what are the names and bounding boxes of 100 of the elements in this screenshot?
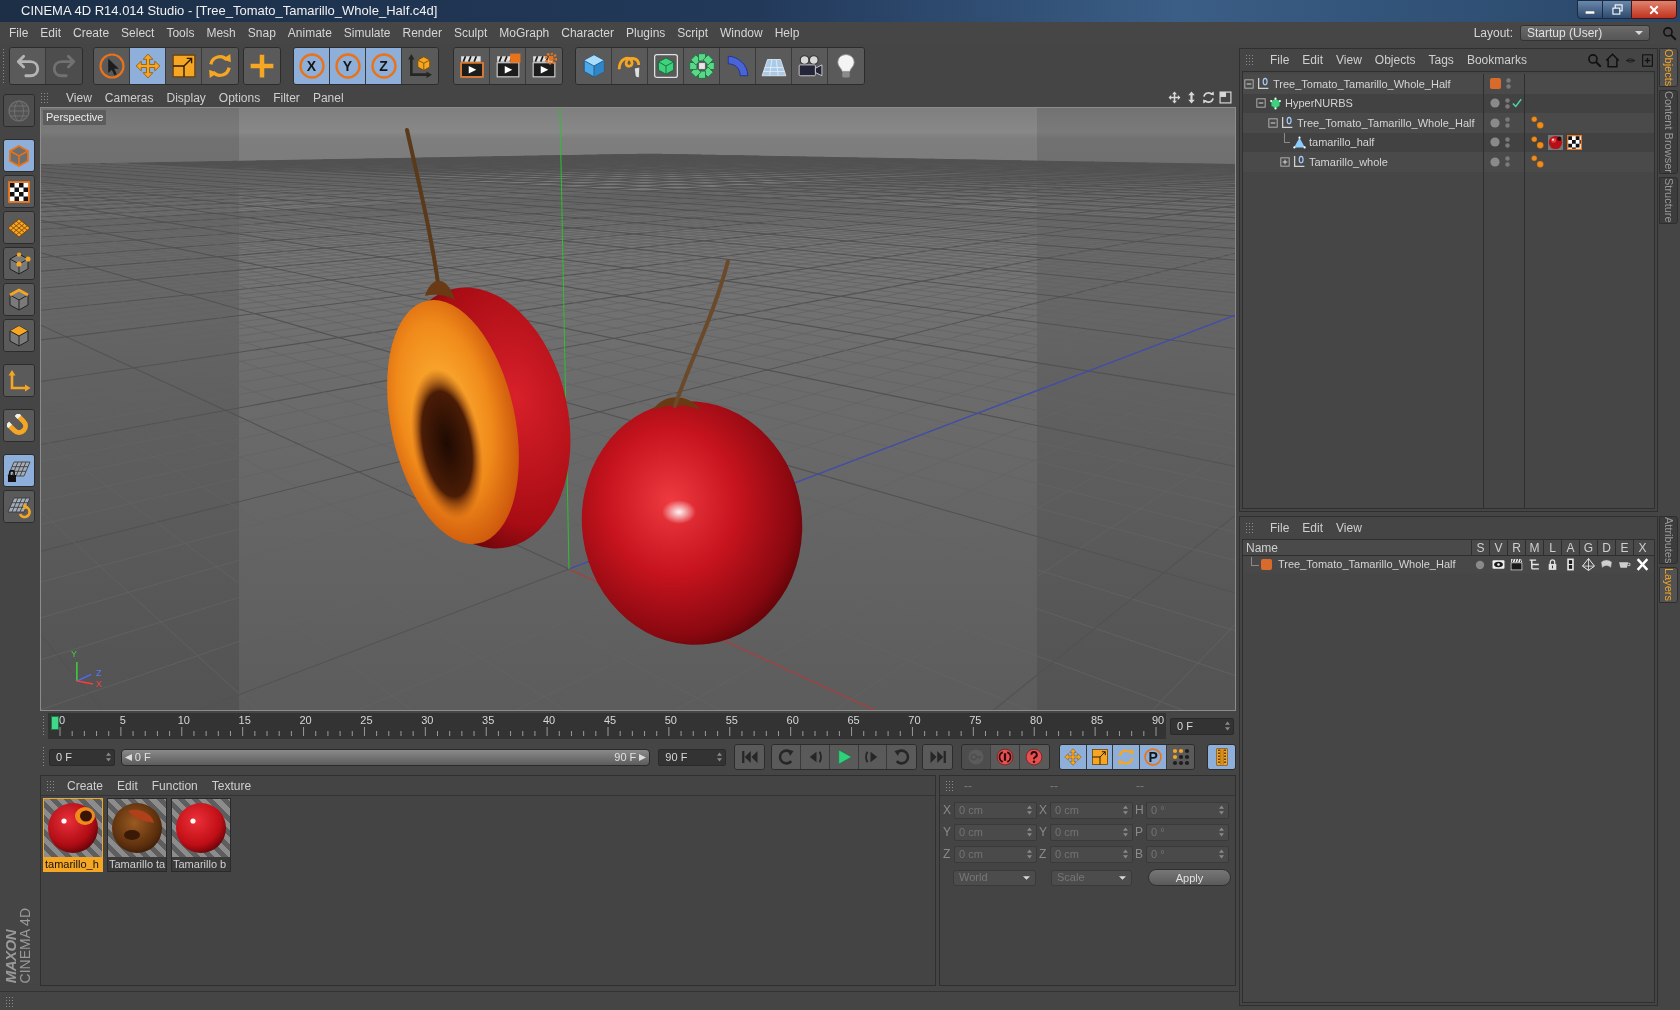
column-header[interactable]: G <box>1579 540 1597 555</box>
column-header[interactable]: A <box>1561 540 1579 555</box>
column-header[interactable]: E <box>1615 540 1633 555</box>
column-header[interactable]: R <box>1507 540 1525 555</box>
menu-item[interactable]: Edit <box>40 24 62 42</box>
menu-item[interactable]: File <box>1270 519 1290 537</box>
layer-color-icon[interactable] <box>1490 78 1501 90</box>
hierarchy-icon[interactable] <box>1527 558 1541 571</box>
column-header[interactable]: D <box>1597 540 1615 555</box>
move-tool-button[interactable] <box>130 48 166 84</box>
timeline-ruler[interactable]: 0 5 10 15 20 25 30 35 40 45 50 55 60 65 70 75 80 85 90 <box>48 713 1166 739</box>
menu-item[interactable]: Panel <box>312 88 344 107</box>
side-tab[interactable]: Attributes <box>1659 516 1678 565</box>
point-level-button[interactable] <box>1167 745 1195 769</box>
minimize-button[interactable] <box>1577 0 1603 19</box>
camera-button[interactable] <box>792 48 828 84</box>
material-item[interactable]: Tamarillo ta <box>107 798 167 872</box>
pan-icon[interactable] <box>1168 91 1181 104</box>
menu-item[interactable]: Mesh <box>206 24 236 42</box>
current-frame-field[interactable]: 0 F <box>1170 717 1234 735</box>
object-name[interactable]: HyperNURBS <box>1285 95 1353 112</box>
menu-item[interactable]: Edit <box>1302 51 1324 69</box>
menu-item[interactable]: File <box>9 24 29 42</box>
menu-item[interactable]: MoGraph <box>499 24 550 42</box>
menu-item[interactable]: Window <box>720 24 763 42</box>
eye-icon[interactable] <box>1491 558 1505 571</box>
menu-item[interactable]: View <box>1336 51 1362 69</box>
go-to-start-button[interactable] <box>735 745 764 769</box>
menu-item[interactable]: Render <box>402 24 442 42</box>
start-frame-field[interactable]: 0 F <box>49 748 115 766</box>
light-button[interactable] <box>828 48 864 84</box>
menu-item[interactable]: Objects <box>1374 51 1416 69</box>
menu-item[interactable]: Snap <box>247 24 276 42</box>
clapperboard-icon[interactable] <box>1509 558 1523 571</box>
visibility-dots-icon[interactable] <box>1506 77 1511 91</box>
solo-dot-icon[interactable] <box>1475 559 1485 570</box>
render-picture-button[interactable] <box>490 48 526 84</box>
axis-lock-button[interactable]: Z <box>366 48 402 84</box>
menu-item[interactable]: Sculpt <box>453 24 488 42</box>
render-view-button[interactable] <box>454 48 490 84</box>
polygons-mode-button[interactable] <box>4 320 34 351</box>
menu-item[interactable]: Texture <box>211 776 252 795</box>
column-header[interactable]: M <box>1525 540 1543 555</box>
collapse-icon[interactable] <box>1244 78 1254 89</box>
dots-tag-icon[interactable] <box>1531 116 1544 130</box>
add-tool-button[interactable] <box>244 48 280 84</box>
side-tab[interactable]: Objects <box>1659 48 1678 88</box>
camera-label[interactable]: Perspective <box>43 110 107 125</box>
viewport-canvas[interactable]: Perspective Y Z X <box>40 107 1236 711</box>
maximize-icon[interactable] <box>1219 91 1232 104</box>
magnet-button[interactable] <box>4 410 34 441</box>
object-row[interactable]: tamarillo_half <box>1243 132 1654 152</box>
object-row[interactable]: Tamarillo_whole <box>1243 152 1654 172</box>
parameter-key-button[interactable]: P <box>1140 745 1168 769</box>
menu-item[interactable]: Help <box>774 24 800 42</box>
grip-icon[interactable] <box>42 746 46 768</box>
expand-icon[interactable] <box>1280 156 1290 167</box>
close-button[interactable] <box>1631 0 1677 19</box>
object-name[interactable]: Tree_Tomato_Tamarillo_Whole_Half <box>1273 75 1451 92</box>
key-selection-button[interactable] <box>1019 745 1049 769</box>
visibility-dots-icon[interactable] <box>1505 135 1510 149</box>
menu-item[interactable]: Options <box>218 88 261 107</box>
object-row[interactable]: HyperNURBS <box>1243 93 1654 113</box>
spline-button[interactable] <box>612 48 648 84</box>
collapse-icon[interactable] <box>1268 117 1278 128</box>
material-item[interactable]: Tamarillo b <box>171 798 231 872</box>
move-tool-button[interactable] <box>1059 745 1087 769</box>
layer-name[interactable]: Tree_Tomato_Tamarillo_Whole_Half <box>1278 556 1456 573</box>
column-header[interactable]: V <box>1489 540 1507 555</box>
pyramid-icon[interactable] <box>1581 558 1595 571</box>
collapse-icon[interactable] <box>1256 98 1266 109</box>
render-settings-button[interactable] <box>526 48 562 84</box>
autokey-button[interactable] <box>991 745 1020 769</box>
menu-item[interactable]: Character <box>561 24 614 42</box>
scale-tool-button[interactable] <box>166 48 202 84</box>
menu-item[interactable]: View <box>1336 519 1362 537</box>
column-header[interactable]: X <box>1633 540 1651 555</box>
dots-tag-icon[interactable] <box>1531 135 1544 149</box>
layout-dropdown[interactable]: Startup (User) <box>1520 25 1650 41</box>
rotate-tool-button[interactable] <box>1113 745 1141 769</box>
menu-item[interactable]: File <box>1270 51 1290 69</box>
align-workplane-button[interactable] <box>4 491 34 522</box>
menu-item[interactable]: Simulate <box>343 24 391 42</box>
layer-color-icon[interactable] <box>1261 559 1272 570</box>
edges-mode-button[interactable] <box>4 284 34 315</box>
menu-item[interactable]: Function <box>151 776 198 795</box>
visibility-dots-icon[interactable] <box>1505 116 1510 130</box>
object-row[interactable]: Tree_Tomato_Tamarillo_Whole_Half <box>1243 74 1654 94</box>
menu-item[interactable]: Edit <box>1302 519 1324 537</box>
bent-plate-icon[interactable] <box>1599 558 1613 571</box>
cross-icon[interactable] <box>1635 558 1649 571</box>
menu-item[interactable]: View <box>66 88 92 107</box>
axis-lock-button[interactable]: X <box>294 48 330 84</box>
texture-mode-button[interactable] <box>4 176 34 207</box>
menu-item[interactable]: Create <box>73 24 110 42</box>
cube-button[interactable] <box>576 48 612 84</box>
undo-button[interactable] <box>10 48 46 84</box>
object-name[interactable]: Tamarillo_whole <box>1309 153 1388 170</box>
preview-range-bar[interactable]: 0 F 90 F <box>120 748 651 766</box>
visibility-dots-icon[interactable] <box>1505 155 1510 169</box>
